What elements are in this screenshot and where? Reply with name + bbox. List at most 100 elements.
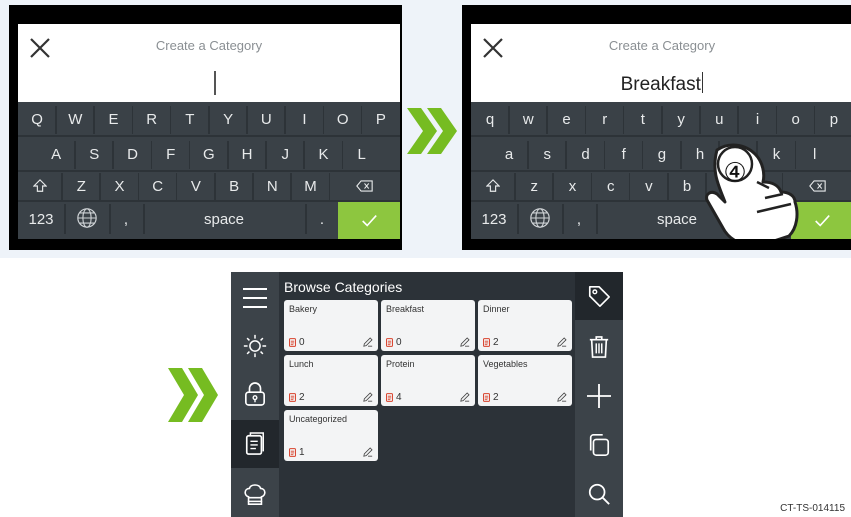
key-d[interactable]: D: [113, 139, 151, 171]
key-q[interactable]: Q: [18, 104, 56, 136]
browse-categories-screen: Browse Categories Bakery 0 Breakfast 0 D…: [231, 272, 623, 517]
key-g[interactable]: g: [643, 139, 681, 171]
key-u[interactable]: u: [700, 104, 738, 136]
recipe-count: 2: [493, 337, 499, 348]
input-value: Breakfast: [620, 74, 701, 95]
key-a[interactable]: A: [37, 139, 75, 171]
key-r[interactable]: R: [133, 104, 171, 136]
key-w[interactable]: W: [56, 104, 94, 136]
next-step-arrow-icon: [168, 368, 218, 422]
key-v[interactable]: V: [177, 171, 215, 203]
key-x[interactable]: X: [100, 171, 138, 203]
key-q[interactable]: q: [471, 104, 509, 136]
numbers-key[interactable]: 123: [471, 202, 517, 237]
comma-key[interactable]: ,: [563, 202, 595, 237]
edit-icon[interactable]: [460, 392, 470, 402]
key-u[interactable]: U: [247, 104, 285, 136]
recipe-count: 2: [493, 392, 499, 403]
edit-icon[interactable]: [363, 392, 373, 402]
backspace-key[interactable]: [330, 171, 400, 203]
lock-button[interactable]: [231, 370, 279, 418]
edit-icon[interactable]: [460, 337, 470, 347]
delete-button[interactable]: [575, 323, 623, 371]
recipe-count-icon: [483, 338, 490, 347]
key-m[interactable]: M: [291, 171, 329, 203]
key-z[interactable]: z: [515, 171, 553, 203]
shift-icon: [32, 179, 48, 192]
category-card[interactable]: Bakery 0: [284, 300, 378, 351]
copy-button[interactable]: [575, 421, 623, 469]
next-step-arrow-icon: [407, 108, 457, 154]
create-category-screen-typed: Create a Category Breakfast qwertyuiop as…: [462, 5, 851, 250]
tag-button[interactable]: [575, 272, 623, 320]
key-b[interactable]: B: [215, 171, 253, 203]
key-o[interactable]: o: [777, 104, 815, 136]
edit-icon[interactable]: [363, 447, 373, 457]
key-y[interactable]: y: [662, 104, 700, 136]
language-key[interactable]: [518, 202, 562, 237]
key-f[interactable]: f: [605, 139, 643, 171]
category-card[interactable]: Protein 4: [381, 355, 475, 406]
key-d[interactable]: d: [566, 139, 604, 171]
key-i[interactable]: I: [285, 104, 323, 136]
enter-confirm-button[interactable]: [338, 202, 400, 239]
period-key[interactable]: .: [306, 202, 338, 237]
space-key[interactable]: space: [144, 202, 304, 237]
recipe-count-icon: [289, 448, 296, 457]
key-c[interactable]: c: [592, 171, 630, 203]
key-a[interactable]: a: [490, 139, 528, 171]
key-c[interactable]: C: [139, 171, 177, 203]
key-v[interactable]: v: [630, 171, 668, 203]
key-t[interactable]: t: [624, 104, 662, 136]
key-h[interactable]: H: [228, 139, 266, 171]
category-card[interactable]: Dinner 2: [478, 300, 572, 351]
key-r[interactable]: r: [586, 104, 624, 136]
category-card[interactable]: Uncategorized 1: [284, 410, 378, 461]
key-z[interactable]: Z: [62, 171, 100, 203]
chef-button[interactable]: [231, 470, 279, 517]
key-i[interactable]: i: [738, 104, 776, 136]
right-sidebar: [575, 272, 623, 517]
edit-icon[interactable]: [557, 392, 567, 402]
key-t[interactable]: T: [171, 104, 209, 136]
globe-icon: [530, 208, 550, 228]
language-key[interactable]: [65, 202, 109, 237]
menu-button[interactable]: [231, 274, 279, 322]
category-card[interactable]: Breakfast 0: [381, 300, 475, 351]
key-e[interactable]: e: [547, 104, 585, 136]
key-g[interactable]: G: [190, 139, 228, 171]
key-j[interactable]: J: [266, 139, 304, 171]
key-o[interactable]: O: [324, 104, 362, 136]
key-n[interactable]: N: [253, 171, 291, 203]
key-y[interactable]: Y: [209, 104, 247, 136]
key-s[interactable]: s: [528, 139, 566, 171]
category-name: Bakery: [289, 304, 318, 314]
key-l[interactable]: L: [343, 139, 381, 171]
key-s[interactable]: S: [75, 139, 113, 171]
key-f[interactable]: F: [152, 139, 190, 171]
brightness-button[interactable]: [231, 322, 279, 370]
search-button[interactable]: [575, 470, 623, 517]
recipes-button[interactable]: [231, 420, 279, 468]
category-card[interactable]: Vegetables 2: [478, 355, 572, 406]
step-number-marker: ④: [723, 158, 747, 188]
shift-key[interactable]: [471, 171, 515, 203]
numbers-key[interactable]: 123: [18, 202, 64, 237]
key-e[interactable]: E: [94, 104, 132, 136]
shift-key[interactable]: [18, 171, 62, 203]
add-button[interactable]: [575, 372, 623, 420]
key-x[interactable]: x: [553, 171, 591, 203]
key-k[interactable]: K: [304, 139, 342, 171]
recipe-count-icon: [483, 393, 490, 402]
chef-hat-icon: [244, 484, 266, 505]
comma-key[interactable]: ,: [110, 202, 142, 237]
key-w[interactable]: w: [509, 104, 547, 136]
category-name-input[interactable]: [78, 68, 340, 98]
category-card[interactable]: Lunch 2: [284, 355, 378, 406]
recipe-count: 1: [299, 447, 305, 458]
edit-icon[interactable]: [363, 337, 373, 347]
edit-icon[interactable]: [557, 337, 567, 347]
category-name-input[interactable]: Breakfast: [471, 72, 851, 96]
key-p[interactable]: p: [815, 104, 851, 136]
key-p[interactable]: P: [362, 104, 400, 136]
